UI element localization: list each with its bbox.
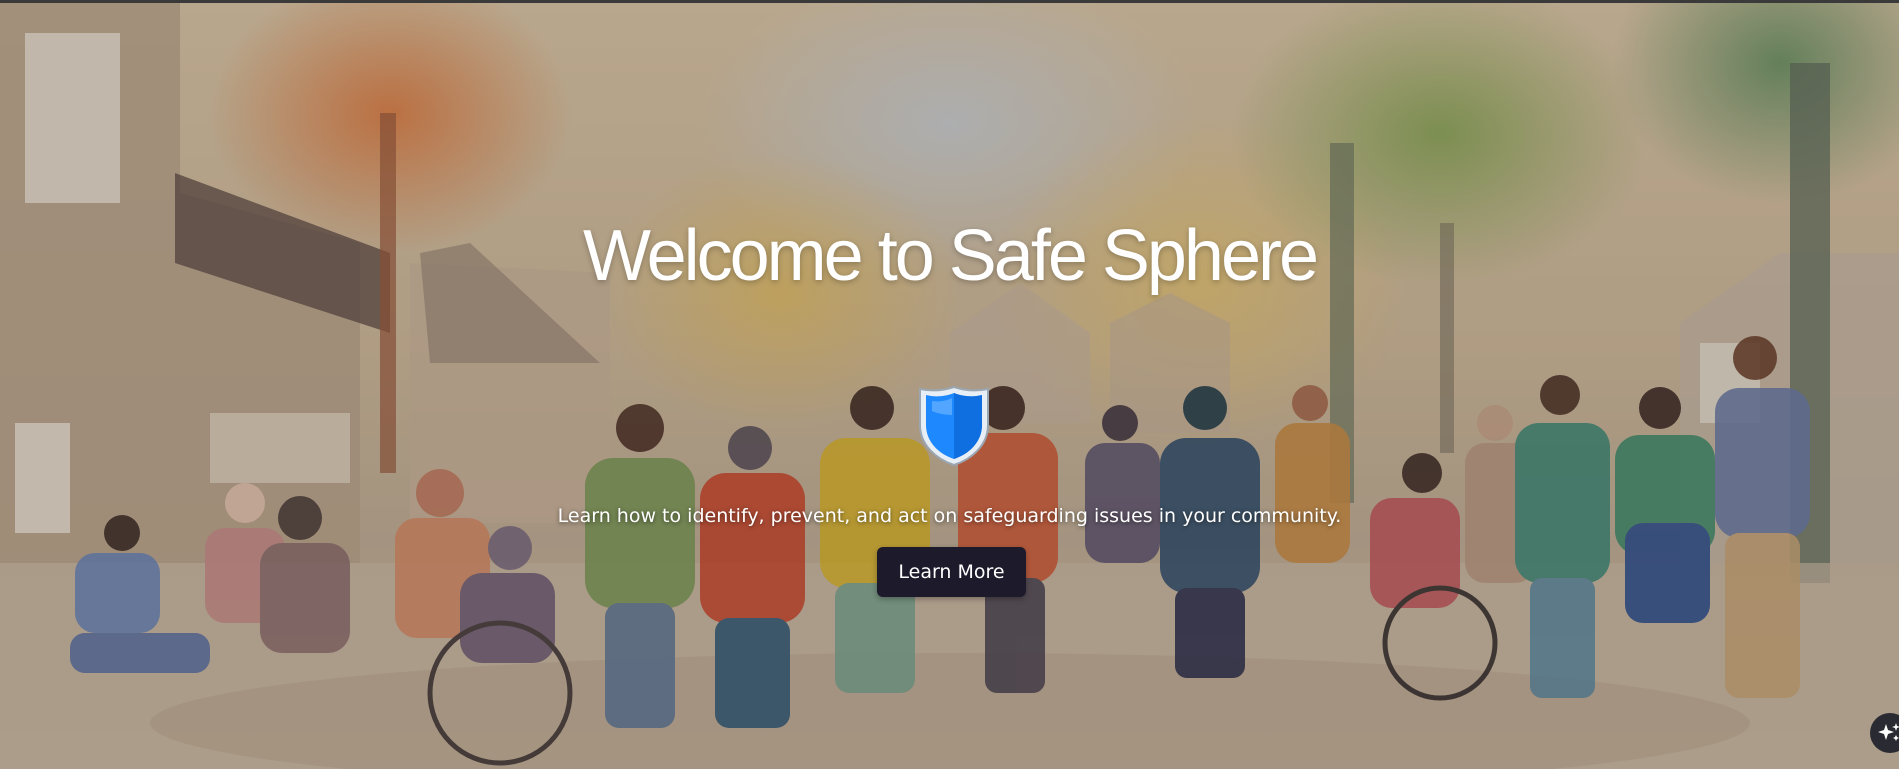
hero-section: Welcome to Safe Sphere Learn how to iden… <box>0 0 1899 769</box>
hero-tagline: Learn how to identify, prevent, and act … <box>557 505 1342 527</box>
hero-title: Welcome to Safe Sphere <box>582 216 1319 296</box>
shield-icon <box>919 385 989 467</box>
sparkle-icon <box>1878 723 1899 741</box>
learn-more-button[interactable]: Learn More <box>877 547 1026 597</box>
